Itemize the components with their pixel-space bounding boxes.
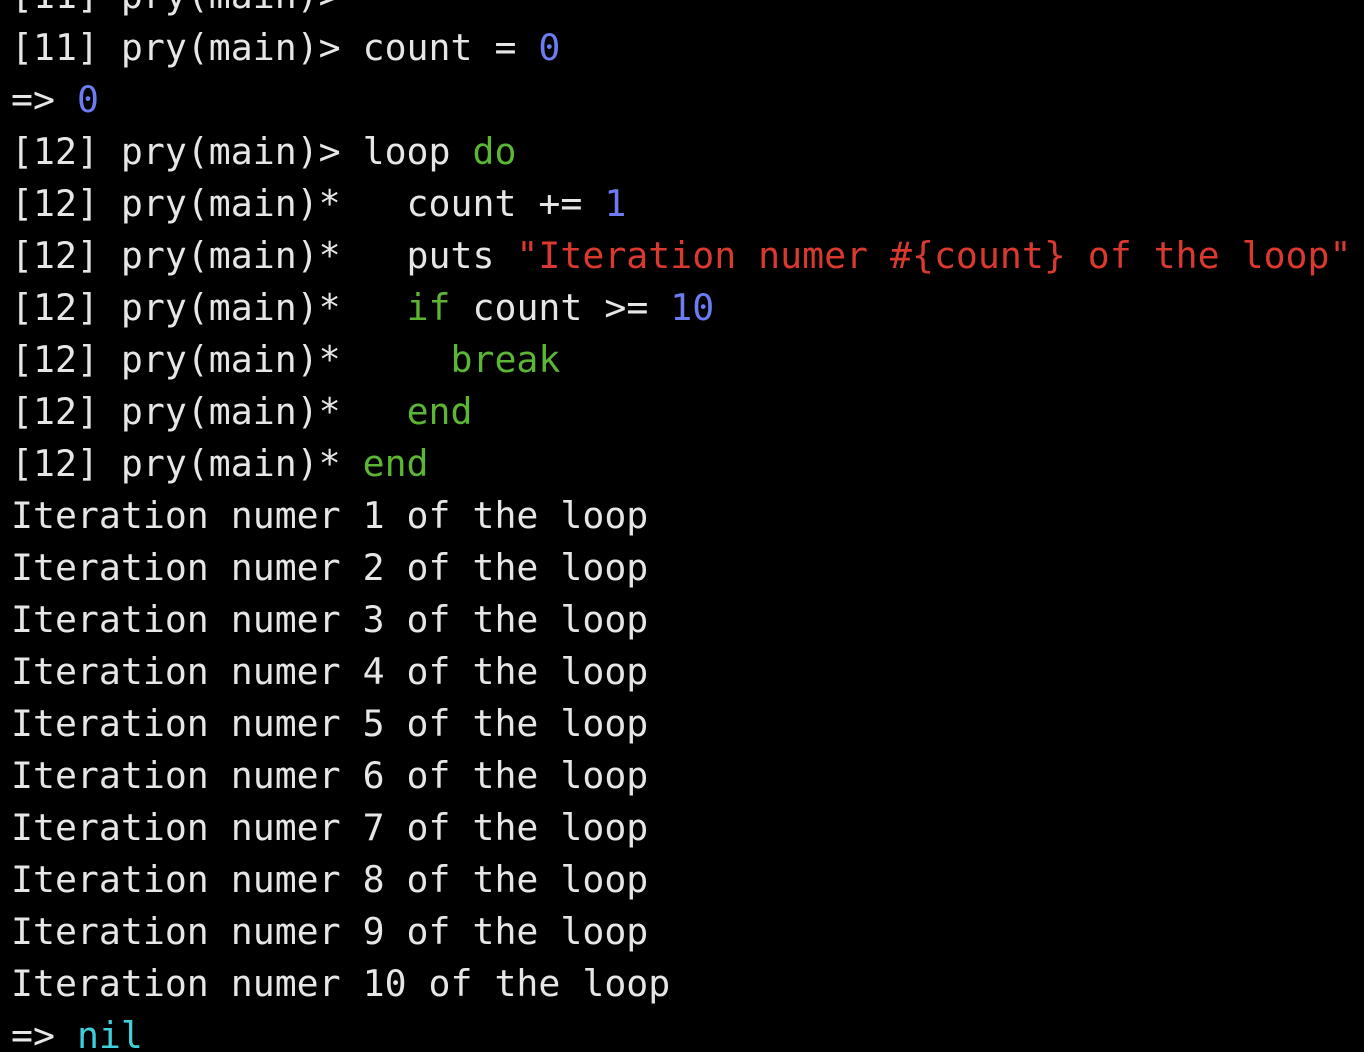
terminal-text-default: [12] pry(main)* bbox=[11, 338, 451, 381]
terminal-text-default: Iteration numer 2 of the loop bbox=[11, 546, 649, 589]
terminal-line: => nil bbox=[11, 1010, 1351, 1052]
terminal-text-default: [12] pry(main)* puts bbox=[11, 234, 517, 277]
terminal-text-default: [12] pry(main)* count += bbox=[11, 182, 605, 225]
terminal-text-string: "Iteration numer #{count} of the loop" bbox=[516, 234, 1352, 277]
terminal-text-default: Iteration numer 3 of the loop bbox=[11, 598, 649, 641]
terminal-text-keyword: do bbox=[472, 130, 517, 173]
terminal-text-nil: nil bbox=[76, 1014, 143, 1052]
terminal-line: Iteration numer 6 of the loop bbox=[11, 750, 1351, 802]
terminal-text-number: 1 bbox=[604, 182, 627, 225]
terminal-line: Iteration numer 9 of the loop bbox=[11, 906, 1351, 958]
terminal-text-default: Iteration numer 5 of the loop bbox=[11, 702, 649, 745]
terminal-text-number: 10 bbox=[670, 286, 715, 329]
terminal-line: Iteration numer 10 of the loop bbox=[11, 958, 1351, 1010]
terminal-line: Iteration numer 4 of the loop bbox=[11, 646, 1351, 698]
terminal-text-default: Iteration numer 9 of the loop bbox=[11, 910, 649, 953]
terminal-line: [11] pry(main)> bbox=[11, 0, 1351, 22]
terminal-line: Iteration numer 7 of the loop bbox=[11, 802, 1351, 854]
terminal-text-default: Iteration numer 7 of the loop bbox=[11, 806, 649, 849]
terminal-text-number: 0 bbox=[538, 26, 561, 69]
terminal-text-default: [12] pry(main)* bbox=[11, 442, 363, 485]
terminal-line: Iteration numer 3 of the loop bbox=[11, 594, 1351, 646]
terminal-text-default: Iteration numer 4 of the loop bbox=[11, 650, 649, 693]
terminal-line: [12] pry(main)> loop do bbox=[11, 126, 1351, 178]
terminal-line: [12] pry(main)* if count >= 10 bbox=[11, 282, 1351, 334]
terminal-line: [12] pry(main)* end bbox=[11, 386, 1351, 438]
terminal-line: Iteration numer 5 of the loop bbox=[11, 698, 1351, 750]
terminal-text-keyword: if bbox=[406, 286, 451, 329]
terminal-text-default: Iteration numer 1 of the loop bbox=[11, 494, 649, 537]
terminal-line: [12] pry(main)* puts "Iteration numer #{… bbox=[11, 230, 1351, 282]
terminal-line: [12] pry(main)* end bbox=[11, 438, 1351, 490]
terminal-text-default: [11] pry(main)> bbox=[11, 0, 341, 17]
terminal-text-keyword: end bbox=[362, 442, 429, 485]
terminal-text-default: [12] pry(main)* bbox=[11, 286, 407, 329]
terminal-window[interactable]: [11] pry(main)> [11] pry(main)> count = 0… bbox=[0, 0, 1364, 1052]
terminal-text-default: => bbox=[11, 78, 77, 121]
terminal-text-default: Iteration numer 10 of the loop bbox=[11, 962, 671, 1005]
terminal-text-default: [12] pry(main)> loop bbox=[11, 130, 473, 173]
terminal-text-default: => bbox=[11, 1014, 77, 1052]
terminal-line: Iteration numer 2 of the loop bbox=[11, 542, 1351, 594]
terminal-text-default: [12] pry(main)* bbox=[11, 390, 407, 433]
terminal-line: => 0 bbox=[11, 74, 1351, 126]
terminal-text-default: Iteration numer 8 of the loop bbox=[11, 858, 649, 901]
terminal-text-keyword: end bbox=[406, 390, 473, 433]
terminal-text-keyword: break bbox=[450, 338, 561, 381]
terminal-line: Iteration numer 1 of the loop bbox=[11, 490, 1351, 542]
terminal-line: [12] pry(main)* count += 1 bbox=[11, 178, 1351, 230]
terminal-text-number: 0 bbox=[76, 78, 99, 121]
terminal-text-default: count >= bbox=[450, 286, 671, 329]
terminal-line: [12] pry(main)* break bbox=[11, 334, 1351, 386]
terminal-line: Iteration numer 8 of the loop bbox=[11, 854, 1351, 906]
terminal-text-default: Iteration numer 6 of the loop bbox=[11, 754, 649, 797]
terminal-output: [11] pry(main)> [11] pry(main)> count = 0… bbox=[11, 0, 1351, 1052]
terminal-line: [11] pry(main)> count = 0 bbox=[11, 22, 1351, 74]
terminal-text-default: [11] pry(main)> count = bbox=[11, 26, 539, 69]
